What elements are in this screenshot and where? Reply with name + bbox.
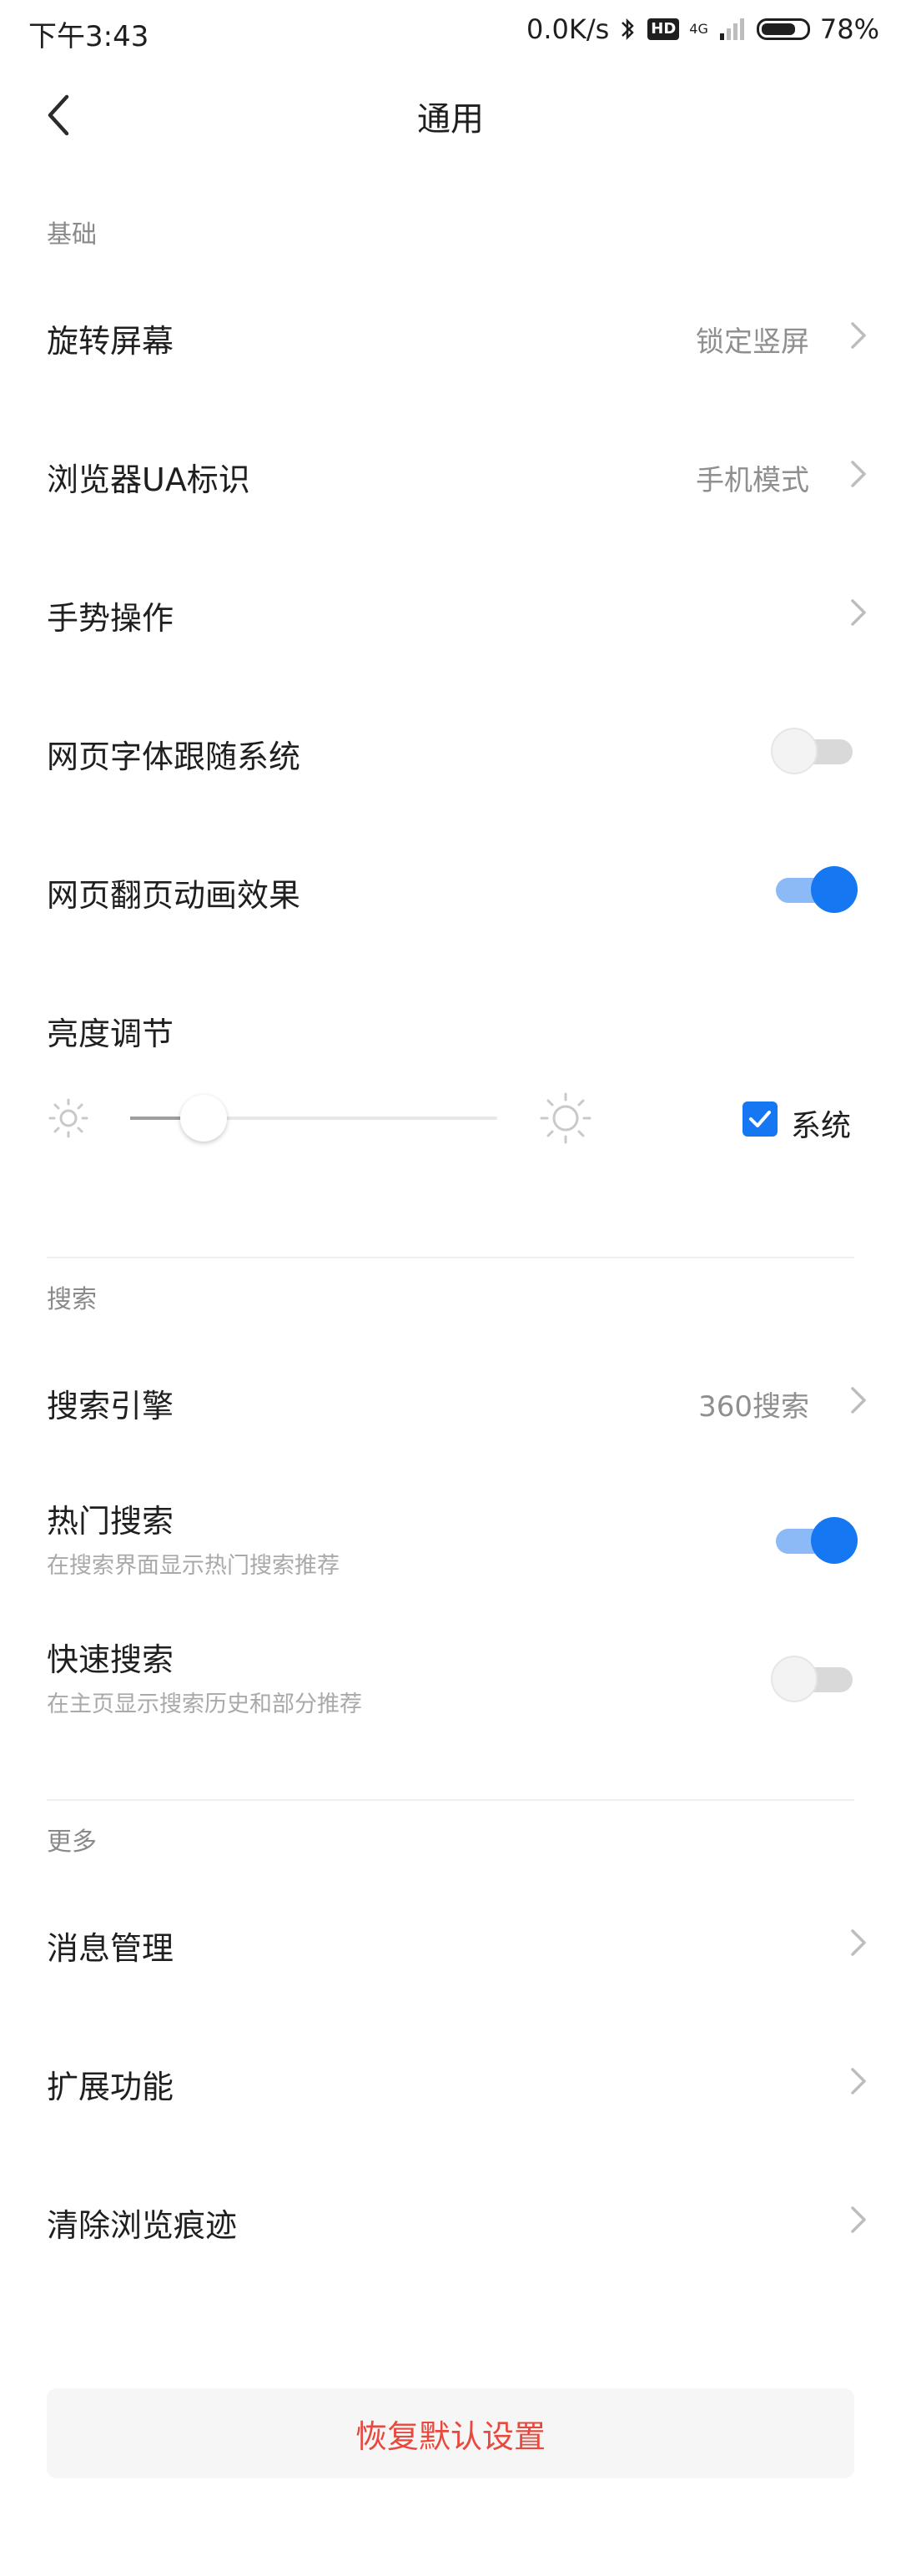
page-anim-label: 网页翻页动画效果	[47, 877, 301, 914]
search-engine-label: 搜索引擎	[47, 1388, 174, 1424]
ua-label: 浏览器UA标识	[47, 461, 250, 498]
check-icon	[749, 1111, 771, 1127]
status-bar: 下午3:43 0.0K/s HD 4G 78%	[0, 0, 901, 67]
chevron-right-icon	[851, 1387, 866, 1414]
chevron-right-icon	[851, 461, 866, 487]
section-header-search: 搜索	[47, 1285, 97, 1314]
brightness-high-icon	[540, 1092, 591, 1144]
rotate-label: 旋转屏幕	[47, 323, 174, 360]
setting-clear-history[interactable]: 清除浏览痕迹	[0, 2160, 901, 2285]
battery-icon	[756, 18, 810, 40]
search-engine-value: 360搜索	[698, 1390, 809, 1424]
page-anim-toggle[interactable]	[771, 865, 858, 913]
section-header-basic: 基础	[47, 220, 97, 250]
battery-percent: 78%	[819, 13, 879, 45]
network-type: 4G	[689, 21, 708, 37]
setting-font-follow-system: 网页字体跟随系统	[0, 691, 901, 816]
hot-search-toggle[interactable]	[771, 1515, 858, 1564]
chevron-right-icon	[851, 2068, 866, 2095]
reset-defaults-button[interactable]: 恢复默认设置	[47, 2388, 854, 2478]
toggle-knob	[771, 1656, 818, 1702]
quick-search-desc: 在主页显示搜索历史和部分推荐	[47, 1691, 362, 1717]
font-follow-label: 网页字体跟随系统	[47, 739, 301, 775]
clear-history-label: 清除浏览痕迹	[47, 2207, 238, 2244]
hot-search-desc: 在搜索界面显示热门搜索推荐	[47, 1553, 340, 1579]
toggle-knob	[811, 1517, 858, 1564]
status-indicators: 0.0K/s HD 4G 78%	[526, 13, 879, 45]
brightness-low-icon	[48, 1098, 88, 1138]
messages-label: 消息管理	[47, 1930, 174, 1967]
setting-page-animation: 网页翻页动画效果	[0, 829, 901, 955]
bluetooth-icon	[622, 18, 635, 41]
quick-search-label: 快速搜索	[47, 1641, 174, 1678]
rotate-value: 锁定竖屏	[696, 325, 809, 359]
signal-icon	[719, 18, 744, 40]
extensions-label: 扩展功能	[47, 2069, 174, 2105]
chevron-right-icon	[851, 1929, 866, 1956]
gesture-label: 手势操作	[47, 600, 174, 637]
setting-brightness: 亮度调节 系统	[0, 968, 901, 1218]
page-title: 通用	[417, 100, 484, 139]
toggle-knob	[811, 866, 858, 913]
font-follow-toggle[interactable]	[771, 726, 858, 774]
setting-search-engine[interactable]: 搜索引擎 360搜索	[0, 1340, 901, 1465]
brightness-slider-thumb[interactable]	[180, 1095, 227, 1142]
hot-search-label: 热门搜索	[47, 1503, 174, 1540]
status-time: 下午3:43	[28, 20, 149, 53]
section-divider	[47, 1257, 854, 1258]
setting-gesture[interactable]: 手势操作	[0, 552, 901, 678]
chevron-right-icon	[851, 599, 866, 626]
system-brightness-checkbox[interactable]	[742, 1101, 778, 1137]
brightness-label: 亮度调节	[47, 1016, 174, 1052]
system-brightness-label: 系统	[791, 1109, 852, 1143]
title-bar: 通用	[0, 67, 901, 165]
setting-quick-search: 快速搜索 在主页显示搜索历史和部分推荐	[0, 1617, 901, 1742]
setting-rotate-screen[interactable]: 旋转屏幕 锁定竖屏	[0, 275, 901, 401]
setting-hot-search: 热门搜索 在搜索界面显示热门搜索推荐	[0, 1479, 901, 1604]
net-speed: 0.0K/s	[526, 13, 610, 45]
section-divider	[47, 1799, 854, 1801]
chevron-right-icon	[851, 2206, 866, 2233]
setting-message-management[interactable]: 消息管理	[0, 1883, 901, 2008]
section-header-more: 更多	[47, 1827, 97, 1857]
hd-badge: HD	[647, 18, 680, 40]
ua-value: 手机模式	[696, 464, 809, 497]
setting-extensions[interactable]: 扩展功能	[0, 2021, 901, 2146]
quick-search-toggle[interactable]	[771, 1654, 858, 1702]
brightness-slider[interactable]	[130, 1095, 497, 1142]
toggle-knob	[771, 728, 818, 774]
setting-browser-ua[interactable]: 浏览器UA标识 手机模式	[0, 414, 901, 539]
chevron-right-icon	[851, 322, 866, 349]
